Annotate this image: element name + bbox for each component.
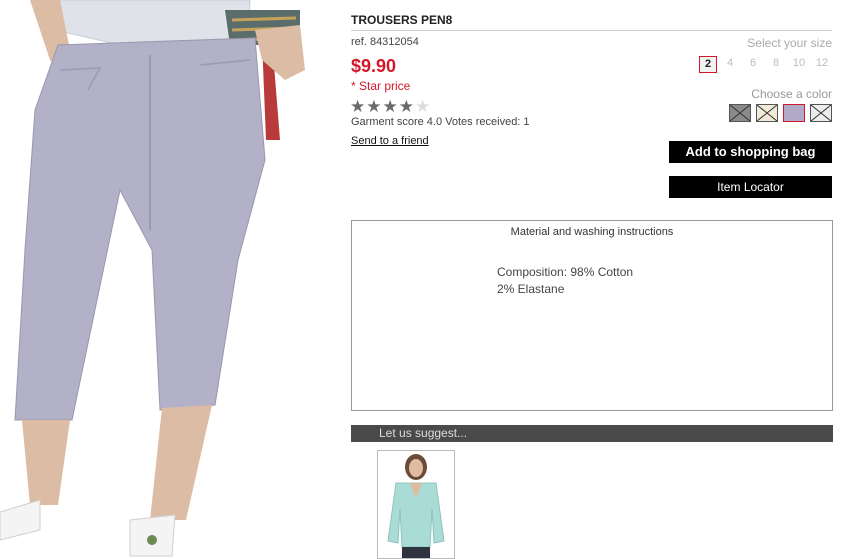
suggested-product-thumbnail[interactable]: [377, 450, 455, 559]
item-locator-button[interactable]: Item Locator: [669, 176, 832, 198]
product-ref: ref. 84312054: [351, 36, 419, 48]
size-option-10[interactable]: 10: [789, 55, 809, 72]
product-photo: [0, 0, 320, 558]
composition-text: Composition: 98% Cotton 2% Elastane: [497, 264, 633, 298]
star-icon[interactable]: ★: [383, 98, 398, 115]
size-label: Select your size: [747, 36, 832, 50]
garment-score: Garment score 4.0 Votes received: 1: [351, 116, 530, 128]
color-swatch-white[interactable]: [810, 104, 832, 122]
product-price: $9.90: [351, 56, 397, 76]
color-swatch-lavender[interactable]: [783, 104, 805, 122]
star-icon[interactable]: ★: [366, 98, 381, 115]
size-option-8[interactable]: 8: [766, 55, 786, 72]
star-price-label: * Star price: [351, 79, 411, 93]
size-selector: 2 4 6 8 10 12: [699, 55, 832, 73]
suggest-label: Let us suggest...: [379, 426, 468, 440]
material-title: Material and washing instructions: [510, 226, 674, 238]
color-swatch-grey[interactable]: [729, 104, 751, 122]
size-option-12[interactable]: 12: [812, 55, 832, 72]
color-label: Choose a color: [751, 87, 832, 101]
color-selector: [729, 104, 832, 122]
send-to-friend-link[interactable]: Send to a friend: [351, 135, 429, 147]
composition-line-1: Composition: 98% Cotton: [497, 265, 634, 279]
composition-line-2: 2% Elastane: [497, 282, 565, 296]
size-option-4[interactable]: 4: [720, 55, 740, 72]
size-option-6[interactable]: 6: [743, 55, 763, 72]
material-panel: Material and washing instructions Compos…: [351, 220, 833, 411]
star-empty-icon[interactable]: ★: [415, 98, 430, 115]
star-icon[interactable]: ★: [399, 98, 414, 115]
suggest-bar: Let us suggest...: [351, 425, 833, 442]
size-option-2[interactable]: 2: [699, 56, 717, 73]
product-title: TROUSERS PEN8: [351, 13, 832, 31]
add-to-bag-button[interactable]: Add to shopping bag: [669, 141, 832, 163]
rating-stars[interactable]: ★ ★ ★ ★ ★: [350, 98, 430, 115]
star-icon[interactable]: ★: [350, 98, 365, 115]
color-swatch-cream[interactable]: [756, 104, 778, 122]
